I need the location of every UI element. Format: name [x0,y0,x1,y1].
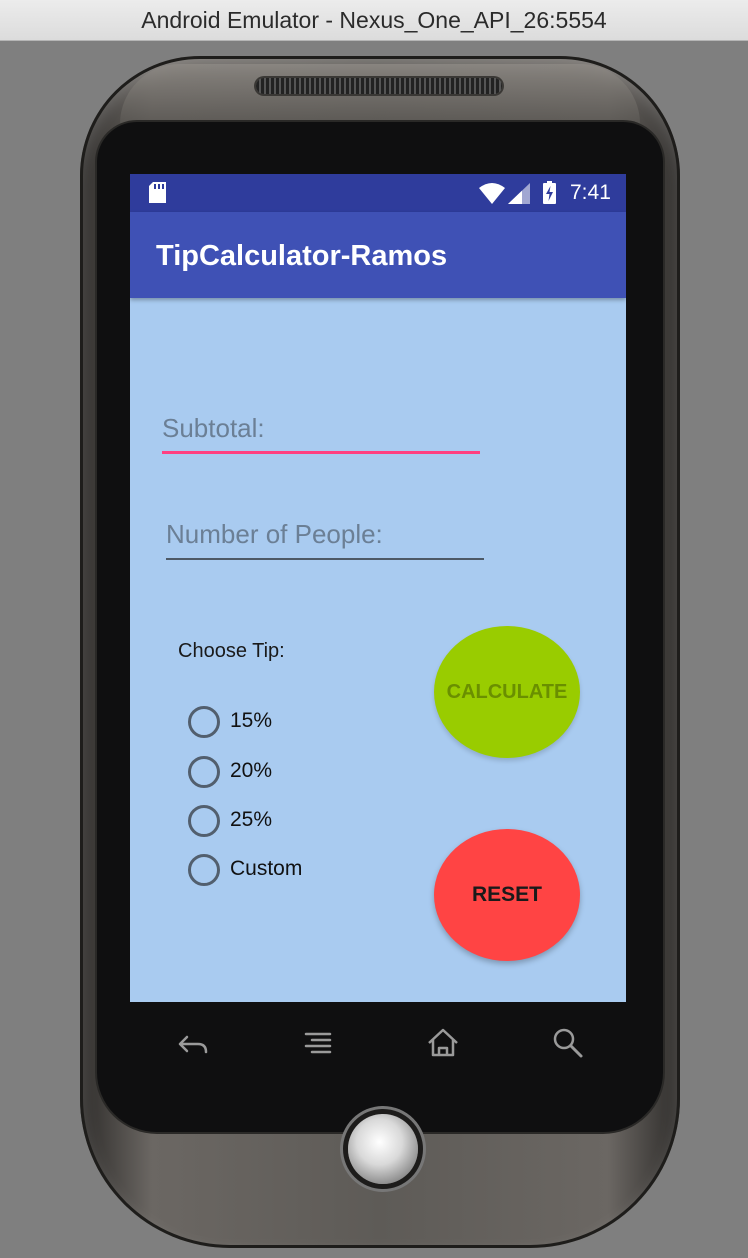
trackball[interactable] [348,1114,418,1184]
app-title: TipCalculator-Ramos [156,240,448,272]
tip-radio-label: 20% [230,759,273,782]
signal-icon [508,183,530,204]
calculate-button[interactable]: CALCULATE [434,626,580,758]
sd-card-icon [149,182,166,203]
radio-circle-icon[interactable] [188,805,220,837]
radio-circle-icon[interactable] [188,854,220,886]
choose-tip-label: Choose Tip: [178,640,285,662]
search-icon[interactable] [551,1026,585,1060]
window-title-bar: Android Emulator - Nexus_One_API_26:5554 [0,0,748,41]
tip-radio-15[interactable]: 15% [188,704,388,738]
app-bar: TipCalculator-Ramos [130,212,626,298]
people-field[interactable] [166,512,484,560]
phone-top-edge [120,64,640,124]
status-bar: 7:41 [130,174,626,212]
window-title: Android Emulator - Nexus_One_API_26:5554 [141,7,607,33]
people-underline [166,558,484,560]
tip-radio-20[interactable]: 20% [188,754,388,788]
reset-button[interactable]: RESET [434,829,580,961]
home-icon[interactable] [426,1026,460,1060]
earpiece-speaker [256,78,502,94]
battery-charging-icon [543,181,556,204]
subtotal-field[interactable] [162,406,480,454]
subtotal-input[interactable] [162,406,480,450]
tip-radio-label: 15% [230,709,273,732]
menu-icon[interactable] [302,1026,336,1060]
back-icon[interactable] [176,1026,210,1060]
tip-radio-label: Custom [230,857,303,880]
device-screen: 7:41 TipCalculator-Ramos Choose Tip: 15%… [130,174,626,1002]
status-clock: 7:41 [570,181,611,204]
wifi-icon [479,183,505,204]
tip-radio-custom[interactable]: Custom [188,852,388,886]
radio-circle-icon[interactable] [188,756,220,788]
people-input[interactable] [166,512,484,556]
tip-radio-label: 25% [230,808,273,831]
radio-circle-icon[interactable] [188,706,220,738]
tip-radio-25[interactable]: 25% [188,803,388,837]
subtotal-underline [162,451,480,454]
